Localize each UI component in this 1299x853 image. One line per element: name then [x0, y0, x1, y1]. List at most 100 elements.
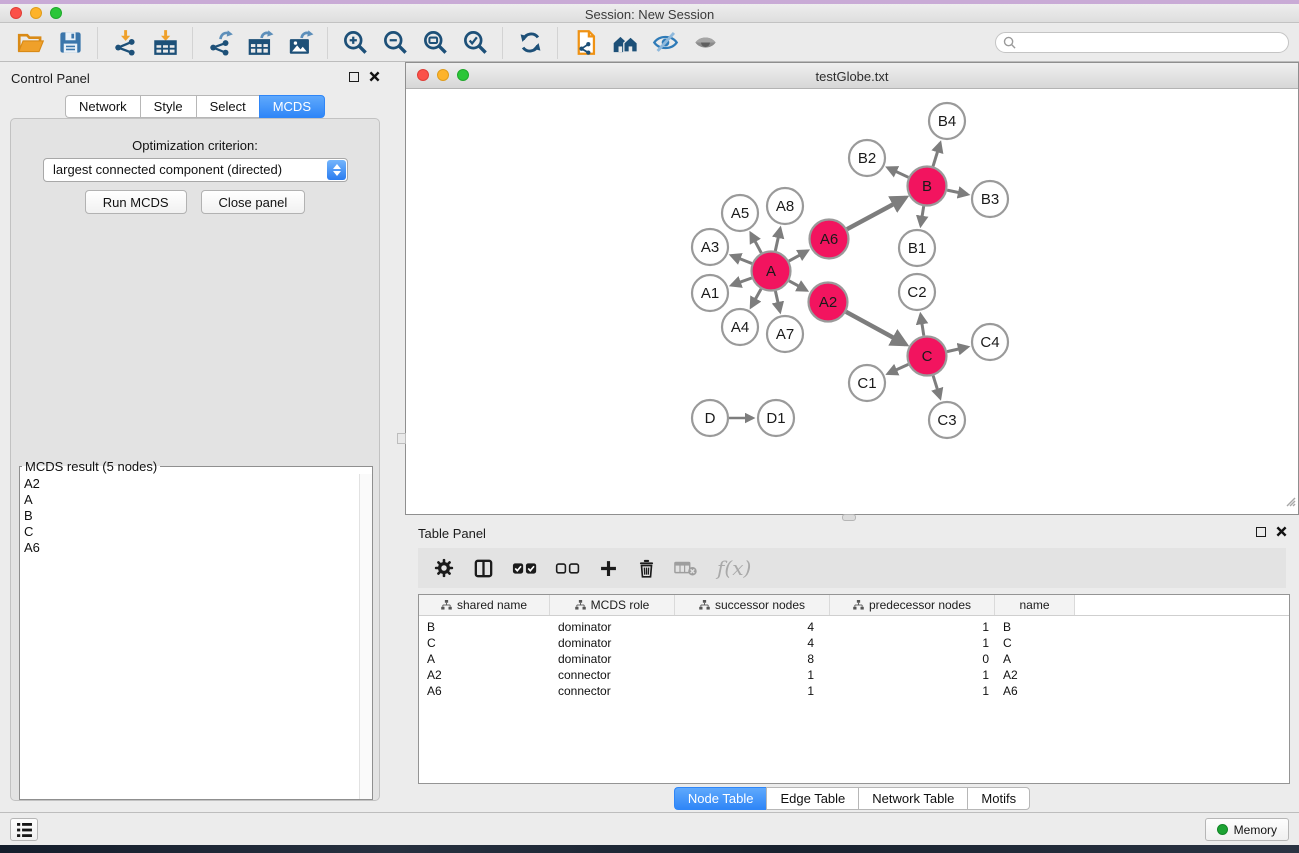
- graph-node-D[interactable]: D: [692, 400, 728, 436]
- svg-text:B4: B4: [938, 113, 956, 130]
- unselect-all-columns-icon[interactable]: [555, 561, 581, 575]
- graph-node-B4[interactable]: B4: [929, 103, 965, 139]
- search-input[interactable]: [1016, 36, 1281, 50]
- graph-edge-B-B4: [933, 143, 940, 166]
- graph-node-A8[interactable]: A8: [767, 188, 803, 224]
- table-row[interactable]: A6connector11A6: [419, 683, 1289, 699]
- float-table-panel-icon[interactable]: [1256, 527, 1266, 537]
- graph-node-C3[interactable]: C3: [929, 402, 965, 438]
- zoom-fit-icon[interactable]: [415, 26, 455, 60]
- column-header-successor-nodes[interactable]: successor nodes: [675, 595, 830, 615]
- tab-network[interactable]: Network: [65, 95, 140, 118]
- tab-style[interactable]: Style: [140, 95, 196, 118]
- new-network-from-selection-icon[interactable]: [565, 26, 605, 60]
- table-row[interactable]: Adominator80A: [419, 651, 1289, 667]
- export-network-icon[interactable]: [200, 26, 240, 60]
- close-panel-icon[interactable]: [369, 71, 380, 82]
- refresh-view-icon[interactable]: [510, 26, 550, 60]
- select-all-columns-icon[interactable]: [512, 561, 538, 575]
- network-view-window: testGlobe.txt B4B2BB3A8A5A6A3B1AC2A1A2A4…: [405, 62, 1299, 515]
- tab-motifs[interactable]: Motifs: [967, 787, 1030, 810]
- zoom-in-icon[interactable]: [335, 26, 375, 60]
- graph-node-C1[interactable]: C1: [849, 365, 885, 401]
- hide-selected-icon[interactable]: [645, 26, 685, 60]
- graph-node-B1[interactable]: B1: [899, 230, 935, 266]
- task-history-list-icon[interactable]: [10, 818, 38, 841]
- graph-node-A3[interactable]: A3: [692, 229, 728, 265]
- control-panel: Control Panel Network Style Select MCDS …: [0, 62, 390, 812]
- mcds-result-item[interactable]: C: [24, 524, 359, 540]
- import-network-icon[interactable]: [105, 26, 145, 60]
- horizontal-splitter-grip[interactable]: [842, 514, 856, 521]
- mcds-result-item[interactable]: A2: [24, 476, 359, 492]
- show-all-icon[interactable]: [685, 26, 725, 60]
- window-resize-grip-icon[interactable]: [1283, 494, 1296, 512]
- table-settings-gear-icon[interactable]: [433, 557, 455, 579]
- column-header-name[interactable]: name: [995, 595, 1075, 615]
- tab-select[interactable]: Select: [196, 95, 259, 118]
- mcds-result-item[interactable]: B: [24, 508, 359, 524]
- main-toolbar: [0, 24, 1299, 62]
- graph-node-B3[interactable]: B3: [972, 181, 1008, 217]
- export-table-icon[interactable]: [240, 26, 280, 60]
- search-field[interactable]: [995, 32, 1289, 53]
- graph-node-C4[interactable]: C4: [972, 324, 1008, 360]
- tab-edge-table[interactable]: Edge Table: [766, 787, 858, 810]
- close-panel-button[interactable]: Close panel: [201, 190, 306, 214]
- graph-edge-A-A3: [731, 255, 752, 263]
- main-titlebar: Session: New Session: [0, 4, 1299, 23]
- memory-status-dot-icon: [1217, 824, 1228, 835]
- graph-node-A6[interactable]: A6: [810, 220, 849, 259]
- export-image-icon[interactable]: [280, 26, 320, 60]
- graph-node-A7[interactable]: A7: [767, 316, 803, 352]
- memory-label: Memory: [1234, 823, 1277, 837]
- show-column-panel-icon[interactable]: [472, 557, 495, 580]
- tab-mcds[interactable]: MCDS: [259, 95, 325, 118]
- graph-edge-A2-C: [846, 312, 906, 345]
- run-mcds-button[interactable]: Run MCDS: [85, 190, 187, 214]
- graph-node-A[interactable]: A: [752, 252, 791, 291]
- table-row[interactable]: Bdominator41B: [419, 619, 1289, 635]
- column-header-predecessor-nodes[interactable]: predecessor nodes: [830, 595, 995, 615]
- graph-node-B2[interactable]: B2: [849, 140, 885, 176]
- float-panel-icon[interactable]: [349, 72, 359, 82]
- graph-node-A4[interactable]: A4: [722, 309, 758, 345]
- open-session-icon[interactable]: [10, 26, 50, 60]
- table-row[interactable]: A2connector11A2: [419, 667, 1289, 683]
- graph-node-D1[interactable]: D1: [758, 400, 794, 436]
- graph-edge-B-B2: [888, 168, 909, 178]
- home-icon[interactable]: [605, 26, 645, 60]
- table-row[interactable]: Cdominator41C: [419, 635, 1289, 651]
- mcds-result-group: MCDS result (5 nodes) A2ABCA6: [19, 459, 373, 800]
- graph-node-C2[interactable]: C2: [899, 274, 935, 310]
- column-header-mcds-role[interactable]: MCDS role: [550, 595, 675, 615]
- mcds-result-item[interactable]: A6: [24, 540, 359, 556]
- zoom-selected-icon[interactable]: [455, 26, 495, 60]
- graph-edge-C-C4: [947, 347, 968, 352]
- save-session-icon[interactable]: [50, 26, 90, 60]
- mcds-result-item[interactable]: A: [24, 492, 359, 508]
- import-table-icon[interactable]: [145, 26, 185, 60]
- optimization-criterion-select[interactable]: largest connected component (directed): [43, 158, 348, 182]
- graph-node-B[interactable]: B: [908, 167, 947, 206]
- graph-node-A2[interactable]: A2: [809, 283, 848, 322]
- svg-text:B2: B2: [858, 150, 876, 167]
- network-canvas[interactable]: B4 B2 B B3 A8A5 A6 A3 B1 A C2 A1 A2 A4A7 C4 C C1 D D1 C3: [406, 89, 1298, 514]
- delete-column-trash-icon[interactable]: [636, 558, 657, 579]
- table-cell: 1: [830, 684, 995, 698]
- graph-node-A5[interactable]: A5: [722, 195, 758, 231]
- mcds-result-scrollbar[interactable]: [359, 474, 372, 799]
- close-table-panel-icon[interactable]: [1276, 526, 1287, 537]
- graph-node-C[interactable]: C: [908, 337, 947, 376]
- create-column-plus-icon[interactable]: [598, 558, 619, 579]
- tab-network-table[interactable]: Network Table: [858, 787, 967, 810]
- zoom-out-icon[interactable]: [375, 26, 415, 60]
- tab-node-table[interactable]: Node Table: [674, 787, 767, 810]
- table-cell: dominator: [550, 636, 675, 650]
- table-toolbar: f(x): [418, 548, 1286, 588]
- memory-status-button[interactable]: Memory: [1205, 818, 1289, 841]
- vertical-splitter-grip[interactable]: [397, 433, 406, 444]
- svg-text:C2: C2: [907, 284, 926, 301]
- graph-node-A1[interactable]: A1: [692, 275, 728, 311]
- column-header-shared-name[interactable]: shared name: [419, 595, 550, 615]
